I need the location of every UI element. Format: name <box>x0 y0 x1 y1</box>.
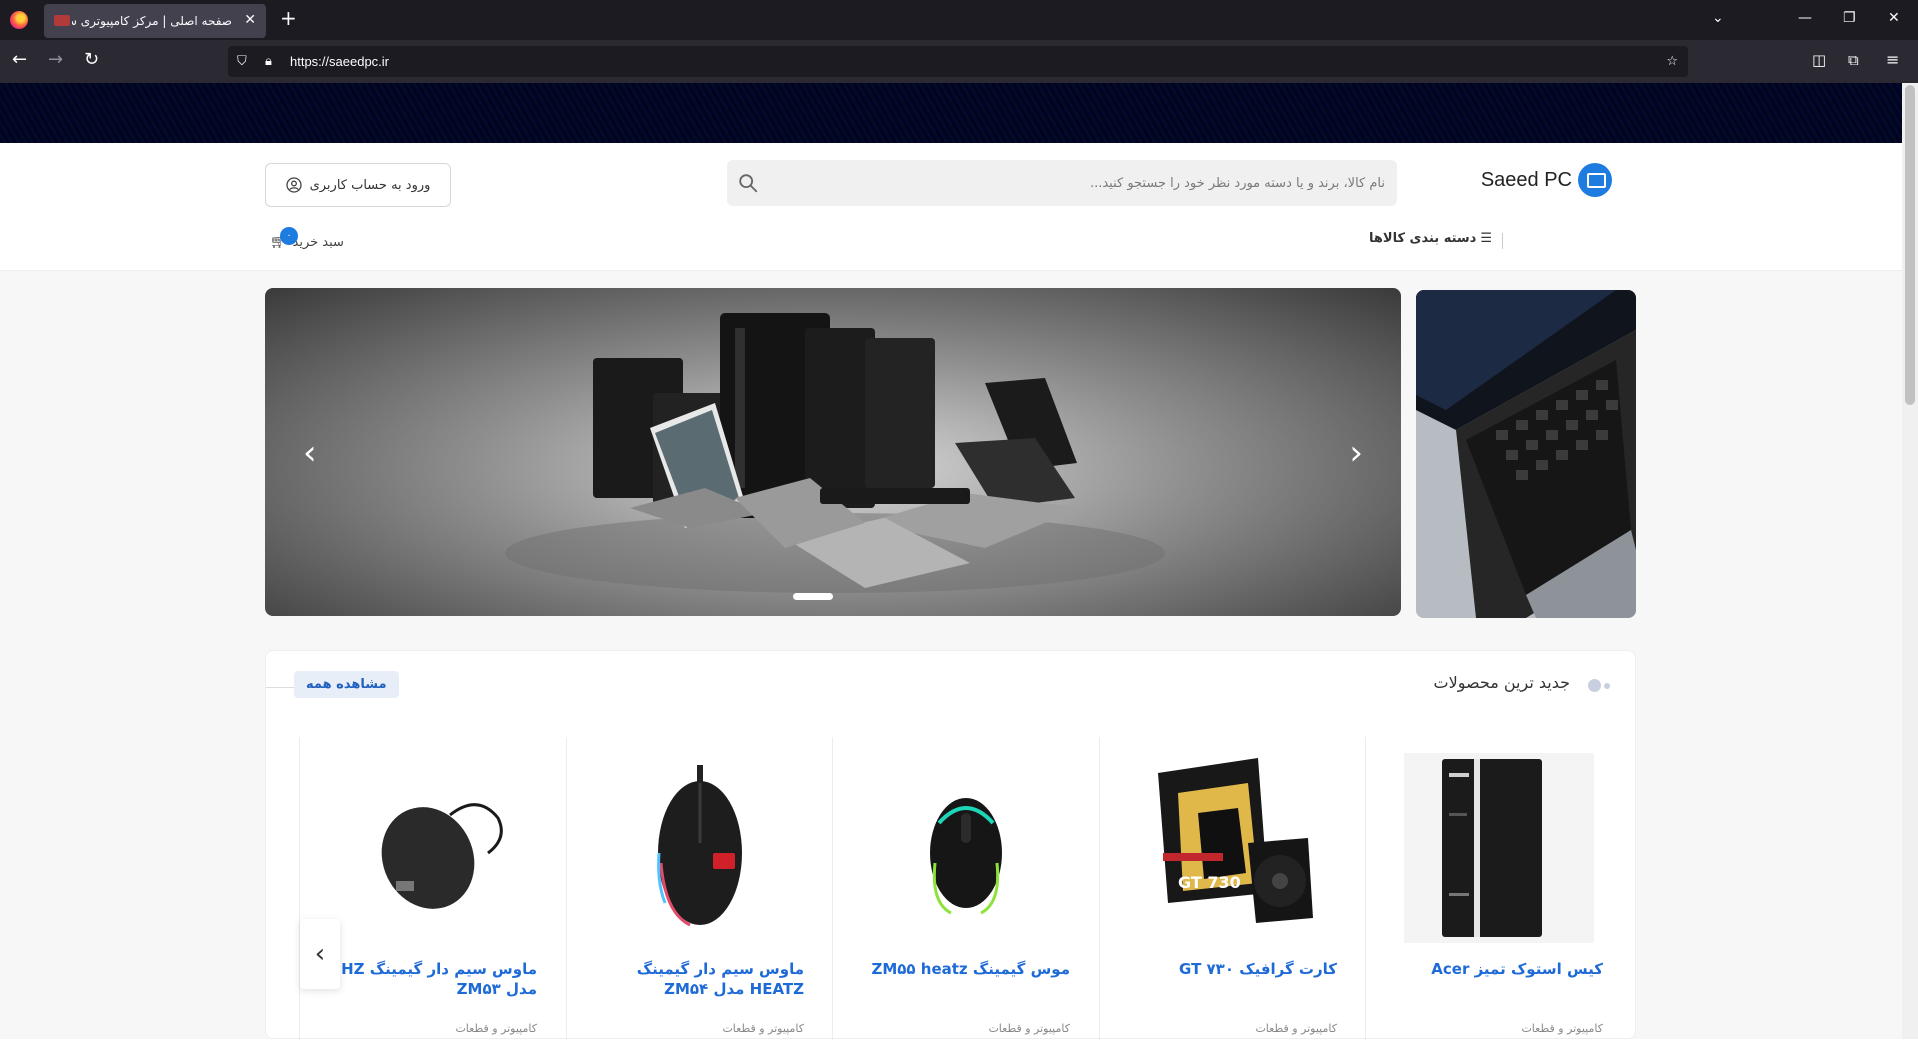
browser-tab-bar: صفحه اصلی | مرکز کامپیوتری سعید ✕ + ⌄ — … <box>0 0 1918 40</box>
site-logo[interactable]: Saeed PC <box>1481 163 1612 197</box>
search-input[interactable] <box>785 160 1385 206</box>
categories-menu[interactable]: ☰ دسته بندی کالاها <box>1369 231 1492 246</box>
product-name[interactable]: موس گیمینگ ZM۵۵ heatz <box>860 959 1070 979</box>
product-category[interactable]: کامپیوتر و قطعات <box>455 1022 537 1035</box>
menu-icon[interactable]: ≡ <box>1886 51 1899 69</box>
tab-title: صفحه اصلی | مرکز کامپیوتری سعید <box>72 14 232 28</box>
products-carousel: کیس استوک تمیز Acer کامپیوتر و قطعات GT … <box>299 737 1635 1040</box>
forward-icon[interactable]: → <box>48 51 63 69</box>
search-icon[interactable] <box>737 172 759 194</box>
see-all-button[interactable]: مشاهده همه <box>294 671 399 698</box>
gaming-mouse-image <box>929 798 1002 915</box>
slider-indicator[interactable] <box>793 593 833 600</box>
product-category[interactable]: کامپیوتر و قطعات <box>1255 1022 1337 1035</box>
user-icon <box>285 177 302 193</box>
product-card[interactable]: موس گیمینگ ZM۵۵ heatz کامپیوتر و قطعات <box>832 737 1098 1040</box>
categories-label: دسته بندی کالاها <box>1369 231 1477 246</box>
pc-case-image <box>1403 753 1594 943</box>
wired-mouse-image <box>381 803 503 909</box>
cart-count-badge: ۰ <box>280 227 298 245</box>
restore-icon[interactable]: ❐ <box>1843 10 1856 26</box>
cart-label: سبد خرید <box>292 235 344 250</box>
monitor-logo-icon <box>1578 163 1612 197</box>
product-card[interactable]: ماوس سیم دار گیمینگ HZ مدل ZM۵۳ کامپیوتر… <box>299 737 565 1040</box>
login-button[interactable]: ورود به حساب کاربری <box>265 163 451 207</box>
address-bar[interactable]: ⛉ 🔒︎ https://saeedpc.ir ☆ <box>228 46 1688 77</box>
pocket-icon[interactable]: ◫ <box>1812 51 1826 69</box>
gaming-mouse-image <box>656 765 742 927</box>
product-name[interactable]: ماوس سیم دار گیمینگ HEATZ مدل ZM۵۴ <box>594 959 804 999</box>
scrollbar-thumb[interactable] <box>1905 85 1915 405</box>
lock-icon[interactable]: 🔒︎ <box>265 54 272 69</box>
tracking-shield-icon[interactable]: ⛉ <box>237 54 247 69</box>
minimize-icon[interactable]: — <box>1798 10 1812 26</box>
login-label: ورود به حساب کاربری <box>309 177 431 193</box>
product-category[interactable]: کامپیوتر و قطعات <box>1521 1022 1603 1035</box>
product-name[interactable]: کیس استوک تمیز Acer <box>1393 959 1603 979</box>
svg-text:GT 730: GT 730 <box>1178 873 1241 892</box>
header-divider <box>1502 233 1503 249</box>
site-header: Saeed PC ورود به حساب کاربری ☰ دسته بندی… <box>0 143 1902 271</box>
list-all-tabs-icon[interactable]: ⌄ <box>1712 10 1724 26</box>
logo-text: Saeed PC <box>1480 168 1572 191</box>
reload-icon[interactable]: ↻ <box>84 51 99 69</box>
search-box <box>727 160 1397 206</box>
back-icon[interactable]: ← <box>12 51 27 69</box>
slider-next-icon[interactable]: › <box>1349 436 1363 470</box>
close-tab-icon[interactable]: ✕ <box>244 12 256 28</box>
product-name[interactable]: ماوس سیم دار گیمینگ HZ مدل ZM۵۳ <box>327 959 537 999</box>
top-banner[interactable] <box>0 83 1902 143</box>
extensions-icon[interactable]: ⧉ <box>1848 51 1859 69</box>
bookmark-star-icon[interactable]: ☆ <box>1666 54 1678 69</box>
close-window-icon[interactable]: ✕ <box>1888 10 1900 26</box>
slider-prev-icon[interactable]: ‹ <box>303 436 317 470</box>
product-card[interactable]: ماوس سیم دار گیمینگ HEATZ مدل ZM۵۴ کامپی… <box>566 737 832 1040</box>
tab-favicon-icon <box>54 15 70 26</box>
firefox-icon[interactable] <box>10 11 28 29</box>
product-category[interactable]: کامپیوتر و قطعات <box>722 1022 804 1035</box>
main-slider[interactable]: ‹ › <box>265 288 1401 616</box>
title-dots-icon <box>1588 679 1610 692</box>
product-card[interactable]: GT 730 کارت گرافیک GT ۷۳۰ کامپیوتر و قطع… <box>1099 737 1365 1040</box>
laptop-keyboard-image <box>1416 290 1636 618</box>
hamburger-icon: ☰ <box>1480 231 1492 246</box>
side-banner[interactable] <box>1416 290 1636 618</box>
newest-products-section: جدید ترین محصولات مشاهده همه کیس استوک ت… <box>265 650 1636 1040</box>
browser-tab[interactable]: صفحه اصلی | مرکز کامپیوتری سعید ✕ <box>44 4 266 38</box>
see-all-divider <box>266 687 294 688</box>
section-title: جدید ترین محصولات <box>1433 673 1570 692</box>
url-text[interactable]: https://saeedpc.ir <box>290 54 389 69</box>
computers-banner-image <box>505 313 1165 593</box>
graphics-card-image: GT 730 <box>1157 758 1313 923</box>
product-card[interactable]: کیس استوک تمیز Acer کامپیوتر و قطعات <box>1365 737 1631 1040</box>
new-tab-icon[interactable]: + <box>280 8 297 28</box>
product-category[interactable]: کامپیوتر و قطعات <box>988 1022 1070 1035</box>
page-scrollbar[interactable] <box>1902 83 1918 1039</box>
product-name[interactable]: کارت گرافیک GT ۷۳۰ <box>1127 959 1337 979</box>
carousel-prev-icon[interactable]: ‹ <box>300 919 340 989</box>
browser-nav-bar: ← → ↻ ⛉ 🔒︎ https://saeedpc.ir ☆ ◫ ⧉ ≡ <box>0 40 1918 83</box>
